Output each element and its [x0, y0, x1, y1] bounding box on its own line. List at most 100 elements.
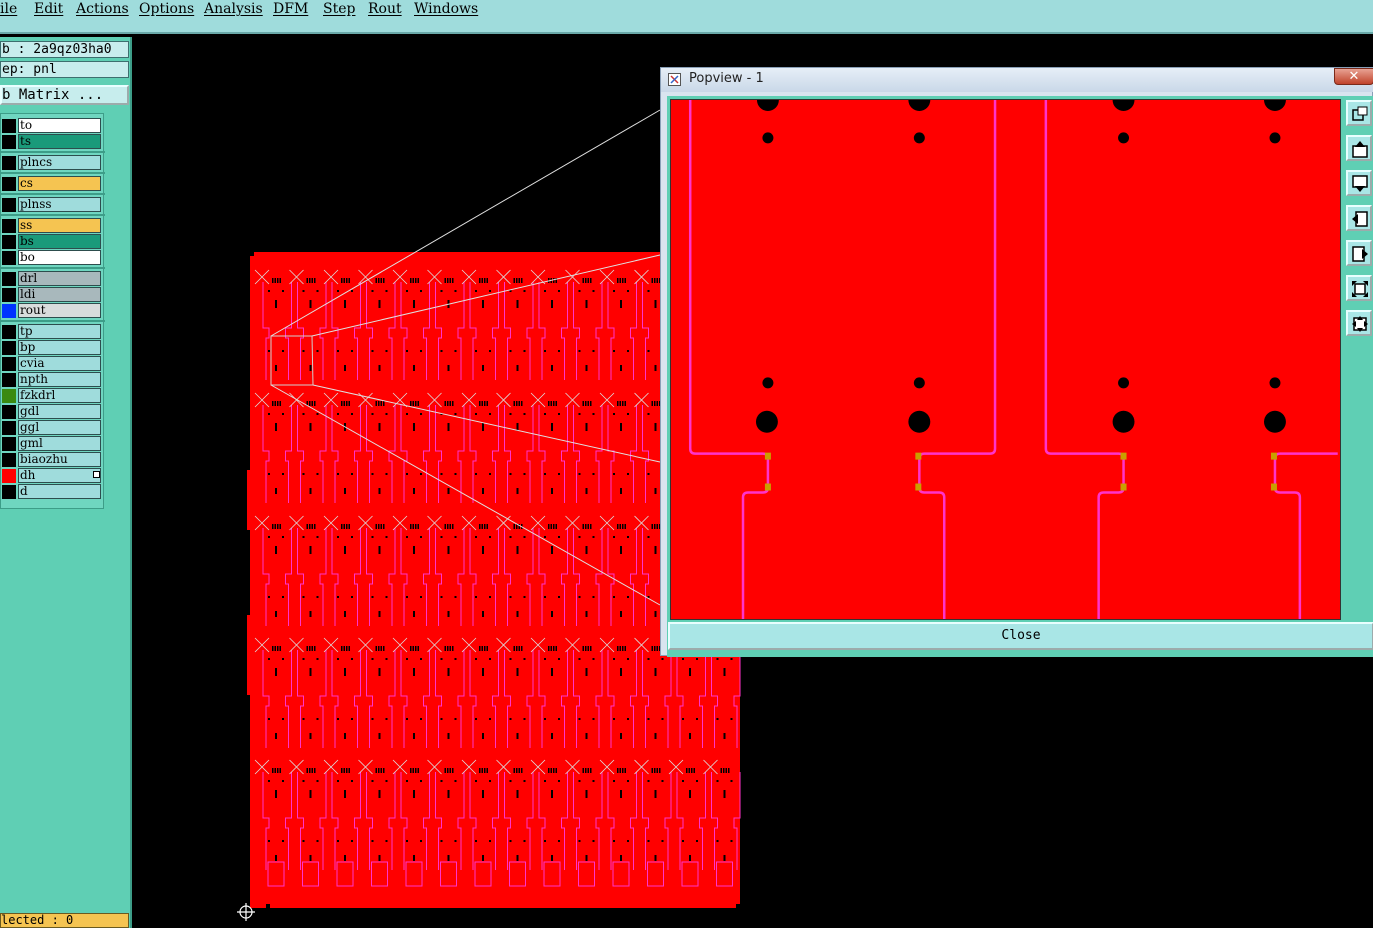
layer-color-swatch[interactable]: [2, 357, 16, 371]
layer-label[interactable]: to: [18, 118, 101, 133]
layer-row-bo[interactable]: bo: [1, 250, 103, 266]
layer-row-npth[interactable]: npth: [1, 372, 103, 388]
layer-color-swatch[interactable]: [2, 304, 16, 318]
zoom-home-icon[interactable]: [1346, 100, 1372, 126]
layer-color-swatch[interactable]: [2, 288, 16, 302]
layer-color-swatch[interactable]: [2, 251, 16, 265]
layer-row-biaozhu[interactable]: biaozhu: [1, 452, 103, 468]
layer-row-drl[interactable]: drl: [1, 271, 103, 287]
layer-color-swatch[interactable]: [2, 177, 16, 191]
close-button[interactable]: Close: [668, 622, 1373, 650]
layer-label[interactable]: drl: [18, 271, 101, 286]
menu-windows[interactable]: Windows: [414, 1, 478, 17]
layer-label[interactable]: cs: [18, 176, 101, 191]
layer-label[interactable]: ts: [18, 134, 101, 149]
layer-color-swatch[interactable]: [2, 235, 16, 249]
layer-label[interactable]: d: [18, 484, 101, 499]
layer-label[interactable]: plncs: [18, 155, 101, 170]
layer-label[interactable]: cvia: [18, 356, 101, 371]
layer-separator: [1, 267, 105, 269]
layer-label[interactable]: ggl: [18, 420, 101, 435]
layer-row-dh[interactable]: dh: [1, 468, 103, 484]
layer-label[interactable]: plnss: [18, 197, 101, 212]
layer-label[interactable]: dh: [18, 468, 101, 483]
menu-actions[interactable]: Actions: [76, 1, 129, 17]
layer-color-swatch[interactable]: [2, 341, 16, 355]
layer-label[interactable]: bs: [18, 234, 101, 249]
menu-edit[interactable]: Edit: [34, 1, 63, 17]
layer-marker-icon: [93, 471, 100, 478]
menu-bar: ile Edit Actions Options Analysis DFM St…: [0, 0, 1373, 34]
menu-file[interactable]: ile: [0, 1, 17, 17]
layer-row-cvia[interactable]: cvia: [1, 356, 103, 372]
layer-color-swatch[interactable]: [2, 453, 16, 467]
menu-options[interactable]: Options: [139, 1, 194, 17]
menu-rout[interactable]: Rout: [368, 1, 402, 17]
layer-color-swatch[interactable]: [2, 373, 16, 387]
zoom-in-icon[interactable]: [1346, 275, 1372, 301]
layer-row-cs[interactable]: cs: [1, 176, 103, 192]
layer-color-swatch[interactable]: [2, 325, 16, 339]
layer-separator: [1, 193, 105, 195]
layer-separator: [1, 151, 105, 153]
left-panel: b : 2a9qz03ha0 ep: pnl b Matrix ... to ts…: [0, 37, 132, 928]
layer-label[interactable]: tp: [18, 324, 101, 339]
window-close-button[interactable]: ✕: [1334, 68, 1373, 85]
layer-color-swatch[interactable]: [2, 421, 16, 435]
layer-row-fzkdrl[interactable]: fzkdrl: [1, 388, 103, 404]
layer-row-plncs[interactable]: plncs: [1, 155, 103, 171]
layer-row-tp[interactable]: tp: [1, 324, 103, 340]
layer-row-ldi[interactable]: ldi: [1, 287, 103, 303]
menu-analysis[interactable]: Analysis: [204, 1, 263, 17]
popview-titlebar[interactable]: Popview - 1 ✕: [661, 68, 1373, 92]
layer-row-ts[interactable]: ts: [1, 134, 103, 150]
popview-title: Popview - 1: [689, 71, 764, 86]
job-matrix-button[interactable]: b Matrix ...: [0, 85, 129, 105]
pan-left-icon[interactable]: [1346, 205, 1372, 231]
layer-row-bs[interactable]: bs: [1, 234, 103, 250]
layer-row-d[interactable]: d: [1, 484, 103, 500]
pan-down-icon[interactable]: [1346, 170, 1372, 196]
menu-step[interactable]: Step: [323, 1, 355, 17]
popview-body: Close: [667, 96, 1373, 657]
layer-row-gml[interactable]: gml: [1, 436, 103, 452]
job-name: b : 2a9qz03ha0: [0, 41, 129, 58]
layer-color-swatch[interactable]: [2, 405, 16, 419]
layer-label[interactable]: ldi: [18, 287, 101, 302]
layer-label[interactable]: gml: [18, 436, 101, 451]
zoom-out-icon[interactable]: [1346, 310, 1372, 336]
layer-label[interactable]: rout: [18, 303, 101, 318]
pan-right-icon[interactable]: [1346, 240, 1372, 266]
layer-color-swatch[interactable]: [2, 219, 16, 233]
popview-graphics[interactable]: [670, 99, 1341, 620]
layer-row-plnss[interactable]: plnss: [1, 197, 103, 213]
pan-up-icon[interactable]: [1346, 135, 1372, 161]
step-name: ep: pnl: [0, 61, 129, 78]
layer-row-bp[interactable]: bp: [1, 340, 103, 356]
layer-label[interactable]: npth: [18, 372, 101, 387]
layer-label[interactable]: fzkdrl: [18, 388, 101, 403]
layer-color-swatch[interactable]: [2, 198, 16, 212]
layer-color-swatch[interactable]: [2, 469, 16, 483]
layer-row-rout[interactable]: rout: [1, 303, 103, 319]
layer-color-swatch[interactable]: [2, 272, 16, 286]
layer-label[interactable]: bo: [18, 250, 101, 265]
popview-window[interactable]: Popview - 1 ✕ Close: [660, 67, 1373, 657]
layer-row-gdl[interactable]: gdl: [1, 404, 103, 420]
app-icon: [668, 73, 681, 86]
layer-label[interactable]: ss: [18, 218, 101, 233]
layer-color-swatch[interactable]: [2, 389, 16, 403]
layer-color-swatch[interactable]: [2, 437, 16, 451]
layer-color-swatch[interactable]: [2, 135, 16, 149]
layer-separator: [1, 214, 105, 216]
layer-color-swatch[interactable]: [2, 119, 16, 133]
layer-color-swatch[interactable]: [2, 485, 16, 499]
layer-row-ggl[interactable]: ggl: [1, 420, 103, 436]
layer-label[interactable]: bp: [18, 340, 101, 355]
layer-row-to[interactable]: to: [1, 118, 103, 134]
menu-dfm[interactable]: DFM: [273, 1, 308, 17]
layer-row-ss[interactable]: ss: [1, 218, 103, 234]
layer-label[interactable]: gdl: [18, 404, 101, 419]
layer-label[interactable]: biaozhu: [18, 452, 101, 467]
layer-color-swatch[interactable]: [2, 156, 16, 170]
